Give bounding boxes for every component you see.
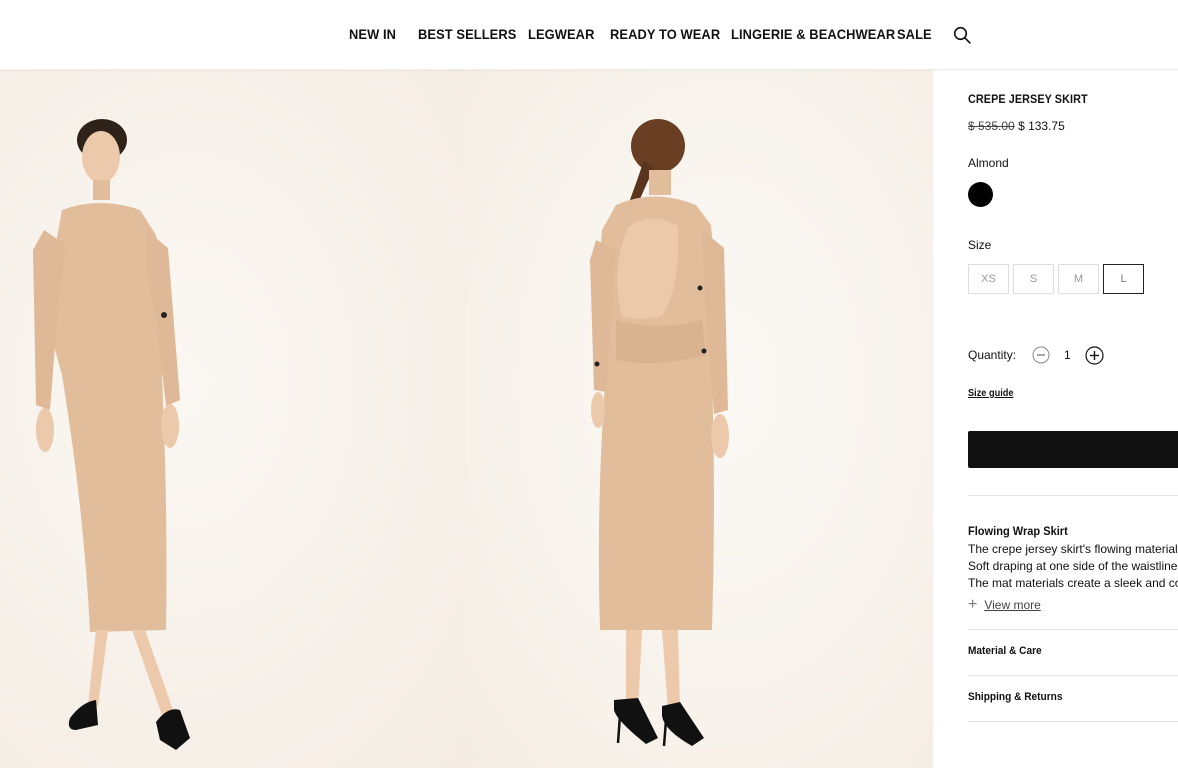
nav-ready-to-wear[interactable]: READY TO WEAR: [610, 26, 720, 42]
view-more-link[interactable]: + View more: [968, 596, 1041, 613]
quantity-label: Quantity:: [968, 348, 1017, 362]
divider: [968, 721, 1178, 722]
nav-new-in[interactable]: NEW IN: [349, 26, 396, 42]
model-front-illustration: [33, 119, 190, 750]
accordion-material-care[interactable]: Material & Care: [968, 645, 1042, 657]
description-line: The mat materials create a sleek and co: [968, 576, 1178, 590]
color-swatch-black[interactable]: [968, 182, 993, 207]
accordion-shipping-returns[interactable]: Shipping & Returns: [968, 691, 1062, 703]
product-image-back[interactable]: [466, 70, 933, 768]
divider: [968, 629, 1178, 630]
size-xs-button[interactable]: XS: [968, 264, 1009, 294]
size-s-button[interactable]: S: [1013, 264, 1054, 294]
view-more-label: View more: [984, 598, 1041, 612]
nav-lingerie-beachwear[interactable]: LINGERIE & BEACHWEAR: [731, 26, 895, 42]
size-label: Size: [968, 238, 992, 252]
product-details-panel: CREPE JERSEY SKIRT $ 535.00 $ 133.75 Alm…: [933, 70, 1178, 768]
description-line: The crepe jersey skirt's flowing materia…: [968, 542, 1178, 556]
divider: [968, 495, 1178, 496]
quantity-value: 1: [1064, 348, 1071, 362]
size-m-button[interactable]: M: [1058, 264, 1099, 294]
divider: [968, 675, 1178, 676]
main-nav: NEW IN BEST SELLERS LEGWEAR READY TO WEA…: [0, 0, 1178, 70]
product-gallery: [0, 70, 933, 768]
nav-sale[interactable]: SALE: [897, 26, 932, 42]
color-name: Almond: [968, 156, 1009, 170]
nav-legwear[interactable]: LEGWEAR: [528, 26, 594, 42]
size-guide-link[interactable]: Size guide: [968, 388, 1013, 399]
quantity-increase-icon[interactable]: [1085, 346, 1104, 365]
add-to-bag-button[interactable]: [968, 431, 1178, 468]
product-price: $ 535.00 $ 133.75: [968, 119, 1065, 133]
description-line: Soft draping at one side of the waistlin…: [968, 559, 1178, 573]
search-icon[interactable]: [953, 26, 971, 44]
price-sale: $ 133.75: [1018, 119, 1065, 133]
site-header: NEW IN BEST SELLERS LEGWEAR READY TO WEA…: [0, 0, 1178, 70]
product-title: CREPE JERSEY SKIRT: [968, 92, 1088, 106]
quantity-decrease-icon[interactable]: [1032, 346, 1050, 364]
description-title: Flowing Wrap Skirt: [968, 524, 1068, 538]
plus-icon: +: [968, 596, 978, 613]
nav-best-sellers[interactable]: BEST SELLERS: [418, 26, 516, 42]
model-back-illustration: [590, 119, 729, 747]
price-original: $ 535.00: [968, 119, 1015, 133]
product-image-front[interactable]: [0, 70, 466, 768]
size-l-button[interactable]: L: [1103, 264, 1144, 294]
